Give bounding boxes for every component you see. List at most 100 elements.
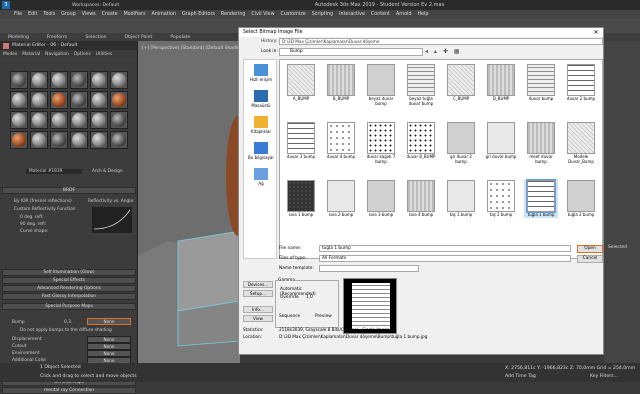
- menu-item-4[interactable]: Views: [82, 12, 96, 17]
- file-thumbnail[interactable]: D_BUMP: [484, 64, 518, 102]
- file-thumbnail[interactable]: Modele Duvar_Bump: [564, 122, 598, 165]
- menu-item-12[interactable]: Scripting: [312, 12, 333, 17]
- rollout-4[interactable]: Special Purpose Maps: [2, 303, 136, 310]
- material-slot[interactable]: [50, 111, 68, 129]
- place-3[interactable]: Bu bilgisayar: [246, 142, 276, 160]
- menu-item-10[interactable]: Civil View: [251, 12, 274, 17]
- menu-item-16[interactable]: Help: [418, 12, 429, 17]
- menu-item-5[interactable]: Create: [102, 12, 118, 17]
- info-button[interactable]: Info...: [243, 306, 273, 313]
- key-filters-button[interactable]: Key Filters...: [590, 374, 618, 379]
- view-button[interactable]: View: [243, 315, 273, 322]
- file-name-input[interactable]: tuğla 1 bump: [319, 245, 571, 252]
- material-slot[interactable]: [50, 131, 68, 149]
- material-slot[interactable]: [30, 91, 48, 109]
- override-value[interactable]: 1,0: [306, 295, 313, 300]
- file-thumbnail[interactable]: B_BUMP: [324, 64, 358, 102]
- file-thumbnail[interactable]: gri duvar 2 bump: [444, 122, 478, 165]
- override-radio[interactable]: Override: [280, 295, 299, 300]
- place-4[interactable]: Ağ: [246, 168, 276, 186]
- menu-item-15[interactable]: Arnold: [396, 12, 412, 17]
- map-button-1[interactable]: None: [87, 343, 131, 350]
- material-slot[interactable]: [70, 131, 88, 149]
- menu-item-9[interactable]: Rendering: [221, 12, 246, 17]
- material-slot[interactable]: [110, 111, 128, 129]
- material-slot[interactable]: [10, 131, 28, 149]
- brdf-custom-radio[interactable]: Custom Reflectivity Function: [14, 207, 75, 212]
- rollout-2[interactable]: Advanced Rendering Options: [2, 285, 136, 292]
- material-slot[interactable]: [10, 71, 28, 89]
- cancel-button[interactable]: Cancel: [577, 255, 603, 263]
- ribbon-tab-3[interactable]: Object Paint: [125, 35, 153, 40]
- rollout-1[interactable]: Special Effects: [2, 277, 136, 284]
- file-thumbnail[interactable]: duvar kağıdı 7 bump: [364, 122, 398, 165]
- workspace-tab[interactable]: Workspaces: Default: [72, 3, 119, 8]
- sequence-checkbox[interactable]: Sequence: [279, 314, 300, 319]
- material-slot[interactable]: [30, 131, 48, 149]
- menu-item-3[interactable]: Group: [61, 12, 76, 17]
- map-button-2[interactable]: None: [87, 350, 131, 357]
- bump-map-button[interactable]: None: [87, 318, 131, 325]
- ribbon-tab-1[interactable]: Freeform: [47, 35, 67, 40]
- file-thumbnail[interactable]: beyaz tuğla duvar bump: [404, 64, 438, 107]
- material-slot[interactable]: [110, 71, 128, 89]
- brdf-ior-radio[interactable]: By IOR (fresnel reflections): [14, 199, 72, 204]
- folder-nav-icons[interactable]: ◂ ▴ ✚ ▦: [425, 48, 461, 55]
- brdf-rollout[interactable]: BRDF: [2, 187, 136, 194]
- command-panel[interactable]: Selected: [604, 41, 640, 363]
- material-type-button[interactable]: Arch & Design: [92, 169, 123, 174]
- close-icon[interactable]: ✕: [589, 29, 603, 36]
- file-thumbnail[interactable]: A_BUMP: [284, 64, 318, 102]
- material-slot[interactable]: [10, 91, 28, 109]
- file-thumbnail[interactable]: C_BUMP: [444, 64, 478, 102]
- file-thumbnail[interactable]: sıva 1 bump: [284, 180, 318, 218]
- material-slot[interactable]: [70, 71, 88, 89]
- material-slot[interactable]: [50, 71, 68, 89]
- material-editor-titlebar[interactable]: Material Editor - 06 - Default: [0, 41, 137, 50]
- file-thumbnail[interactable]: tuğla 1 bump: [524, 179, 558, 218]
- menu-item-11[interactable]: Customize: [281, 12, 306, 17]
- menu-item-14[interactable]: Content: [371, 12, 390, 17]
- map-button-0[interactable]: None: [87, 336, 131, 343]
- place-1[interactable]: Masaüstü: [246, 90, 276, 108]
- menu-item-1[interactable]: Edit: [28, 12, 37, 17]
- dialog-titlebar[interactable]: Select Bitmap Image File ✕: [239, 28, 603, 37]
- material-slot[interactable]: [90, 111, 108, 129]
- file-thumbnail[interactable]: duvar bump: [524, 64, 558, 102]
- material-slot[interactable]: [30, 71, 48, 89]
- ribbon-tab-0[interactable]: Modeling: [8, 35, 29, 40]
- rollout-0[interactable]: Self Illumination (Glow): [2, 269, 136, 276]
- file-thumbnail[interactable]: duvar 2 bump: [564, 64, 598, 102]
- material-slot[interactable]: [90, 131, 108, 149]
- file-thumbnail[interactable]: gri duvar bump: [484, 122, 518, 160]
- file-thumbnail[interactable]: taş 2 bump: [484, 180, 518, 218]
- material-slot[interactable]: [70, 111, 88, 129]
- file-thumbnail[interactable]: duvar 4 bump: [324, 122, 358, 160]
- mated-menu-item-4[interactable]: Utilities: [96, 52, 113, 57]
- file-thumbnail[interactable]: beyaz duvar bump: [364, 64, 398, 107]
- ribbon-tab-2[interactable]: Selection: [85, 35, 106, 40]
- mental-ray-rollout[interactable]: mental ray Connection: [2, 387, 136, 394]
- file-thumbnail[interactable]: duvar 8_BUMP: [404, 122, 438, 160]
- bump-value[interactable]: 0,3: [64, 320, 71, 325]
- material-slot[interactable]: [10, 111, 28, 129]
- file-thumbnail[interactable]: taş 1 bump: [444, 180, 478, 218]
- setup-button[interactable]: Setup...: [243, 290, 273, 297]
- menu-item-6[interactable]: Modifiers: [124, 12, 146, 17]
- file-thumbnail[interactable]: sıva 4 bump: [404, 180, 438, 218]
- add-time-tag-button[interactable]: Add Time Tag: [505, 374, 536, 379]
- mated-menu-item-1[interactable]: Material: [22, 52, 40, 57]
- open-button[interactable]: Open: [577, 245, 603, 253]
- material-slot[interactable]: [90, 91, 108, 109]
- history-dropdown[interactable]: D:\3D Max Çizimler\Kaplamalar\Duvar döşe…: [279, 38, 603, 45]
- material-slot[interactable]: [50, 91, 68, 109]
- viewport[interactable]: [+] [Perspective] [Standard] [Default Sh…: [138, 41, 250, 363]
- menu-item-7[interactable]: Animation: [152, 12, 176, 17]
- file-thumbnail[interactable]: sıva 2 bump: [324, 180, 358, 218]
- rollout-3[interactable]: Fast Glossy Interpolation: [2, 293, 136, 300]
- preview-checkbox[interactable]: Preview: [315, 314, 332, 319]
- file-thumbnail[interactable]: duvar 3 bump: [284, 122, 318, 160]
- material-slot[interactable]: [30, 111, 48, 129]
- place-0[interactable]: Hızlı erişim: [246, 64, 276, 82]
- material-slot[interactable]: [90, 71, 108, 89]
